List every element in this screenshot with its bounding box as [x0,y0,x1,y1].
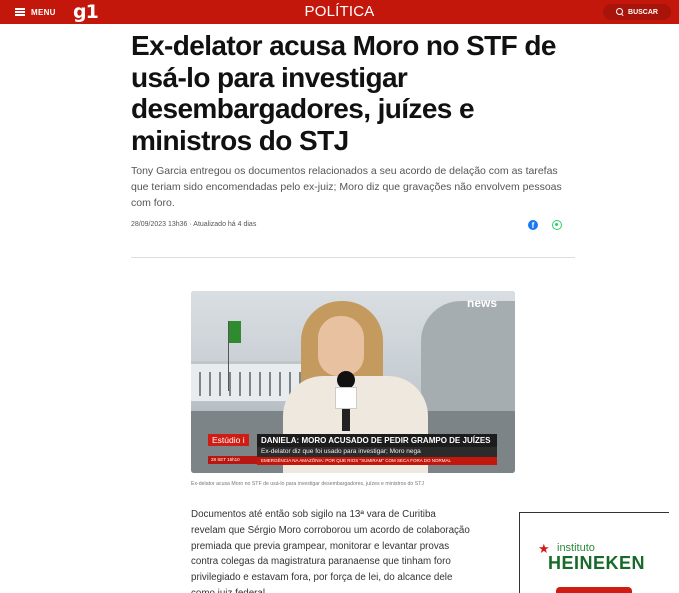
search-icon [616,8,624,16]
whatsapp-icon[interactable] [552,220,562,230]
search-label: BUSCAR [628,8,658,16]
divider [131,257,575,258]
article-headline: Ex-delator acusa Moro no STF de usá-lo p… [131,30,556,156]
ad-brand: HEINEKEN [548,553,646,573]
top-navbar: MENU g1 POLÍTICA BUSCAR [0,0,679,24]
video-flag [229,321,241,343]
ad-footer-button[interactable] [556,587,632,593]
estudio-label: Estúdio i [208,434,249,446]
ad-banner[interactable]: ★ instituto HEINEKEN [519,512,669,593]
article-subtitle: Tony Garcia entregou os documentos relac… [131,165,562,209]
article-dateline: 28/09/2023 13h36 · Atualizado há 4 dias [131,221,257,228]
section-title[interactable]: POLÍTICA [0,3,679,20]
microphone-icon [335,371,357,431]
search-button[interactable]: BUSCAR [603,4,671,20]
video-caption: Ex-delator acusa Moro no STF de usá-lo p… [191,481,424,487]
video-ticker: EMERGÊNCIA NA AMAZÔNIA: POR QUE RIOS "SU… [257,457,497,465]
gc-subtitle: Ex-delator diz que foi usado para invest… [257,447,497,457]
gc-title: DANIELA: MORO ACUSADO DE PEDIR GRAMPO DE… [257,434,497,447]
reporter-face [318,316,364,376]
gnews-logo: news [466,296,497,310]
facebook-icon[interactable]: f [528,220,538,230]
video-player[interactable]: news Estúdio i DANIELA: MORO ACUSADO DE … [191,291,515,473]
article-paragraph: Documentos até então sob sigilo na 13ª v… [191,509,470,593]
video-date-chip: 28 SET 15h10 [208,456,257,464]
